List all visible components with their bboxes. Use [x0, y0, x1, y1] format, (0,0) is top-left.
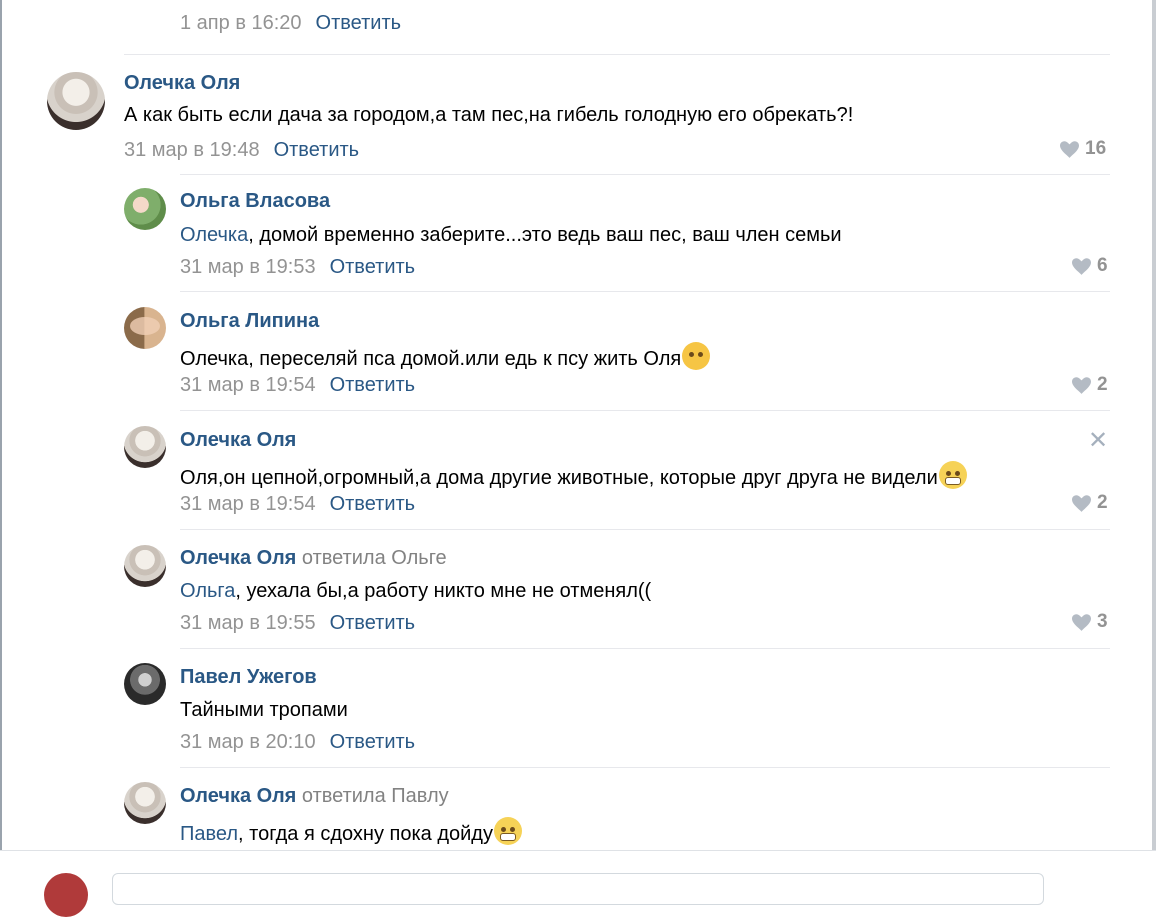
- comment-input[interactable]: [112, 873, 1044, 905]
- comment-meta: 31 мар в 19:48 Ответить: [124, 139, 359, 162]
- heart-icon: [1072, 376, 1091, 394]
- avatar[interactable]: [47, 72, 105, 130]
- comment-date: 1 апр в 16:20: [180, 12, 302, 34]
- mention-link[interactable]: Ольга: [180, 580, 235, 602]
- like-count: 16: [1085, 138, 1107, 159]
- reply-link[interactable]: Ответить: [330, 612, 416, 634]
- comment-meta: 31 мар в 19:54 Ответить: [180, 493, 415, 516]
- comment-text: Ольга, уехала бы,а работу никто мне не о…: [180, 580, 651, 603]
- separator: [180, 767, 1110, 768]
- comment-meta: 31 мар в 19:54 Ответить: [180, 374, 415, 397]
- comment-date: 31 мар в 19:54: [180, 374, 316, 396]
- comment-meta: 31 мар в 19:55 Ответить: [180, 612, 415, 635]
- comment-text-body: , домой временно заберите...это ведь ваш…: [248, 224, 842, 246]
- comment-author: Олечка Оля ответила Ольге: [180, 547, 447, 570]
- reply-link[interactable]: Ответить: [330, 374, 416, 396]
- avatar[interactable]: [124, 307, 166, 349]
- like-count: 3: [1097, 611, 1108, 632]
- comment-meta: 31 мар в 19:53 Ответить: [180, 256, 415, 279]
- comment-author[interactable]: Ольга Липина: [180, 310, 319, 333]
- grimacing-emoji: [938, 461, 967, 489]
- comment-text: А как быть если дача за городом,а там пе…: [124, 104, 854, 126]
- heart-icon: [1072, 613, 1091, 631]
- comment-text: Олечка, домой временно заберите...это ве…: [180, 224, 842, 247]
- comment-text-body: , тогда я сдохну пока дойду: [238, 823, 493, 845]
- like-button[interactable]: 16: [1060, 138, 1106, 160]
- comment-date: 31 мар в 19:48: [124, 139, 260, 161]
- comment-author[interactable]: Павел Ужегов: [180, 666, 317, 689]
- comment-author[interactable]: Олечка Оля: [124, 72, 240, 95]
- author-name-link[interactable]: Олечка Оля: [180, 785, 296, 807]
- like-button[interactable]: 3: [1072, 611, 1108, 633]
- comment-composer: [0, 850, 1156, 917]
- reply-to-label[interactable]: ответила Ольге: [302, 547, 447, 569]
- grimacing-emoji: [493, 817, 522, 845]
- author-name-link[interactable]: Олечка Оля: [180, 547, 296, 569]
- like-button[interactable]: 2: [1072, 492, 1108, 514]
- like-button[interactable]: 6: [1072, 255, 1108, 277]
- separator: [180, 291, 1110, 292]
- avatar[interactable]: [124, 663, 166, 705]
- heart-icon: [1072, 494, 1091, 512]
- avatar[interactable]: [124, 782, 166, 824]
- comment-author: Олечка Оля ответила Павлу: [180, 785, 449, 808]
- avatar[interactable]: [124, 426, 166, 468]
- like-button[interactable]: 2: [1072, 374, 1108, 396]
- comment-text-body: Олечка, переселяй пса домой.или едь к пс…: [180, 348, 682, 370]
- avatar[interactable]: [124, 545, 166, 587]
- reply-to-label[interactable]: ответила Павлу: [302, 785, 449, 807]
- reply-link[interactable]: Ответить: [330, 493, 416, 515]
- comment-text: Оля,он цепной,огромный,а дома другие жив…: [180, 461, 967, 490]
- separator: [180, 410, 1110, 411]
- reply-link[interactable]: Ответить: [274, 139, 360, 161]
- comment-author[interactable]: Олечка Оля: [180, 429, 296, 452]
- comment-text-body: , уехала бы,а работу никто мне не отменя…: [235, 580, 652, 602]
- comment-meta: 1 апр в 16:20 Ответить: [180, 12, 401, 35]
- separator: [180, 529, 1110, 530]
- separator: [124, 54, 1110, 55]
- mention-link[interactable]: Павел: [180, 823, 238, 845]
- heart-icon: [1060, 140, 1079, 158]
- reply-link[interactable]: Ответить: [316, 12, 402, 34]
- current-user-avatar: [44, 873, 88, 917]
- scrollbar[interactable]: [1152, 0, 1156, 876]
- comment-date: 31 мар в 20:10: [180, 731, 316, 753]
- like-count: 2: [1097, 374, 1108, 395]
- comment-date: 31 мар в 19:55: [180, 612, 316, 634]
- rolling-laughing-emoji: [682, 342, 711, 370]
- reply-link[interactable]: Ответить: [330, 731, 416, 753]
- close-icon[interactable]: ✕: [1088, 429, 1108, 453]
- comment-author[interactable]: Ольга Власова: [180, 190, 330, 213]
- mention-link[interactable]: Олечка: [180, 224, 248, 246]
- avatar[interactable]: [124, 188, 166, 230]
- reply-link[interactable]: Ответить: [330, 256, 416, 278]
- comment-date: 31 мар в 19:54: [180, 493, 316, 515]
- separator: [180, 648, 1110, 649]
- comment-text-body: Оля,он цепной,огромный,а дома другие жив…: [180, 467, 938, 489]
- comment-text: Олечка, переселяй пса домой.или едь к пс…: [180, 342, 711, 371]
- window-left-border: [0, 0, 2, 876]
- comment-meta: 31 мар в 20:10 Ответить: [180, 731, 415, 754]
- like-count: 6: [1097, 255, 1108, 276]
- like-count: 2: [1097, 492, 1108, 513]
- comment-text: Павел, тогда я сдохну пока дойду: [180, 817, 522, 846]
- comment-date: 31 мар в 19:53: [180, 256, 316, 278]
- comment-text: Тайными тропами: [180, 699, 348, 721]
- heart-icon: [1072, 257, 1091, 275]
- separator: [180, 174, 1110, 175]
